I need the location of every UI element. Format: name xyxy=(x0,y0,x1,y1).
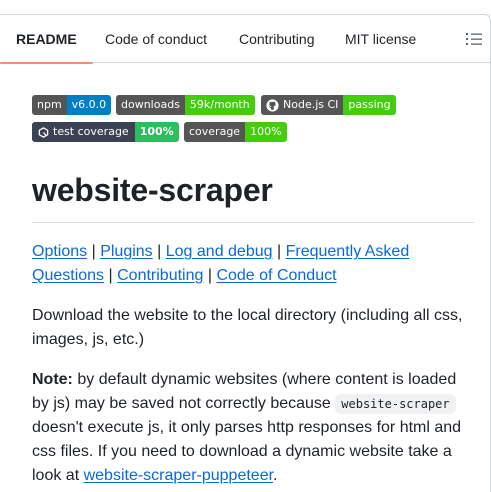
tab-readme[interactable]: README xyxy=(0,15,93,64)
badge-value: 100% xyxy=(134,122,179,142)
tab-code-of-conduct[interactable]: Code of conduct xyxy=(105,15,207,63)
tab-contributing[interactable]: Contributing xyxy=(239,15,315,63)
link-separator: | xyxy=(207,267,212,284)
outline-button[interactable] xyxy=(466,31,486,47)
link-code-of-conduct[interactable]: Code of Conduct xyxy=(216,267,336,284)
github-icon xyxy=(266,98,279,112)
link-contributing[interactable]: Contributing xyxy=(117,267,203,284)
link-separator: | xyxy=(157,243,162,260)
note-end: . xyxy=(273,467,278,484)
note-label: Note: xyxy=(32,371,73,388)
link-separator: | xyxy=(91,243,96,260)
badge-label: npm xyxy=(32,95,67,115)
title-divider xyxy=(32,222,474,223)
npm-badge[interactable]: npm v6.0.0 xyxy=(32,95,112,115)
list-unordered-icon xyxy=(466,33,482,45)
downloads-badge[interactable]: downloads 59k/month xyxy=(116,95,255,115)
badge-value: passing xyxy=(343,95,396,115)
readme-tabs: README Code of conduct Contributing MIT … xyxy=(0,15,490,64)
note-paragraph: Note: by default dynamic websites (where… xyxy=(32,368,477,488)
link-list: Options | Plugins | Log and debug | Freq… xyxy=(32,240,477,288)
link-log-and-debug[interactable]: Log and debug xyxy=(166,243,273,260)
inline-code: website-scraper xyxy=(335,394,456,414)
link-plugins[interactable]: Plugins xyxy=(100,243,152,260)
link-puppeteer[interactable]: website-scraper-puppeteer xyxy=(84,467,273,484)
badge-label: coverage xyxy=(184,122,246,142)
link-options[interactable]: Options xyxy=(32,243,87,260)
readme-title: website-scraper xyxy=(32,172,273,208)
badge-value: 100% xyxy=(245,122,287,142)
link-separator: | xyxy=(276,243,282,260)
badge-label: Node.js CI xyxy=(283,98,339,111)
coverage-badge[interactable]: coverage 100% xyxy=(184,122,287,142)
badge-label: downloads xyxy=(116,95,185,115)
description: Download the website to the local direct… xyxy=(32,307,463,348)
ci-badge[interactable]: Node.js CI passing xyxy=(261,95,396,115)
badge-value: 59k/month xyxy=(184,95,255,115)
badge-label: test coverage xyxy=(53,125,129,138)
qlty-icon xyxy=(38,126,49,138)
badge-value: v6.0.0 xyxy=(66,95,112,115)
test-coverage-badge[interactable]: test coverage 100% xyxy=(32,122,179,142)
link-separator: | xyxy=(108,267,113,284)
tab-mit-license[interactable]: MIT license xyxy=(345,15,416,63)
